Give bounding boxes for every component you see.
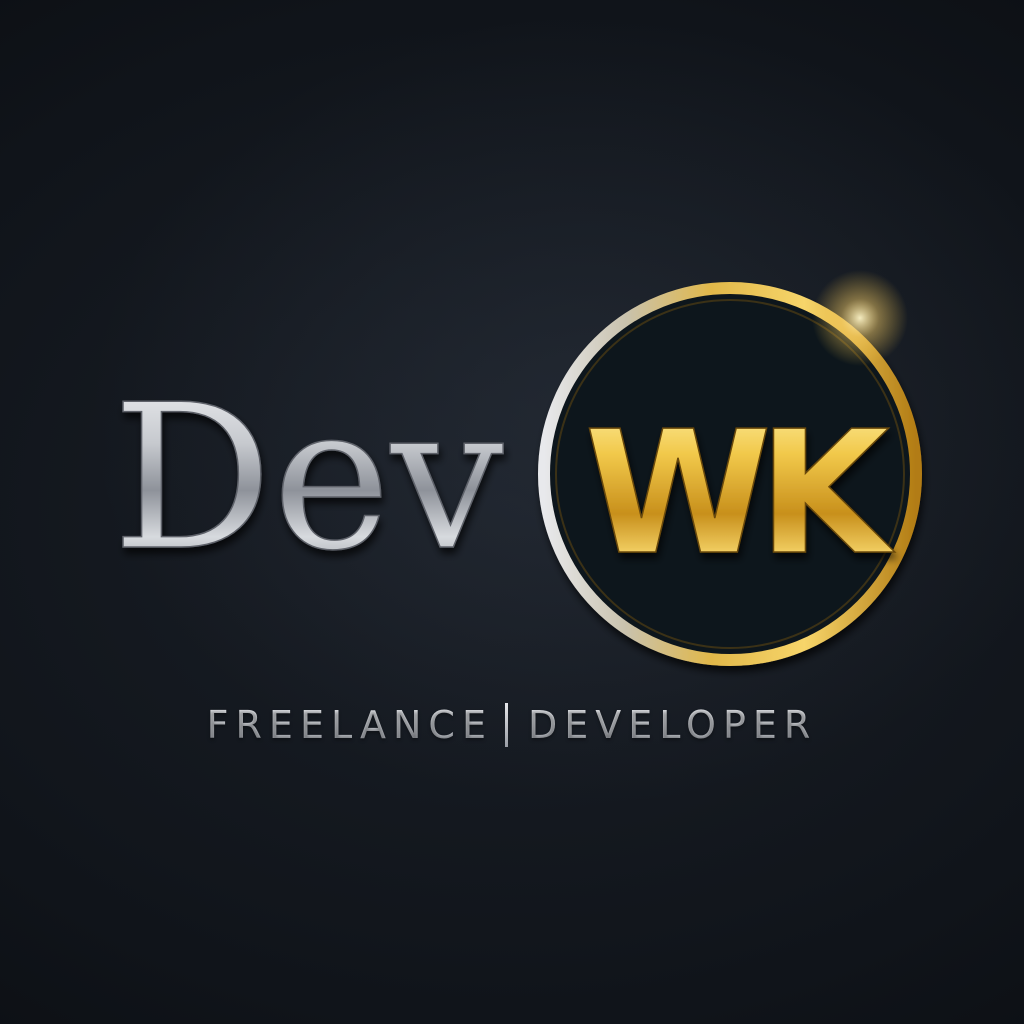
monogram-wk: WK [584, 395, 895, 593]
logo-graphic: Dev WK [111, 270, 922, 666]
tagline: FREELANCE DEVELOPER [0, 692, 1024, 752]
tagline-developer: DEVELOPER [528, 695, 817, 755]
tagline-freelance: FREELANCE [207, 695, 493, 755]
monogram-badge: WK [538, 270, 922, 666]
ring-highlight [812, 270, 908, 366]
logo-canvas: Dev WK FREELANCE DEVELOPER [0, 0, 1024, 1024]
wordmark-dev: Dev [112, 362, 504, 595]
tagline-divider [504, 702, 508, 747]
